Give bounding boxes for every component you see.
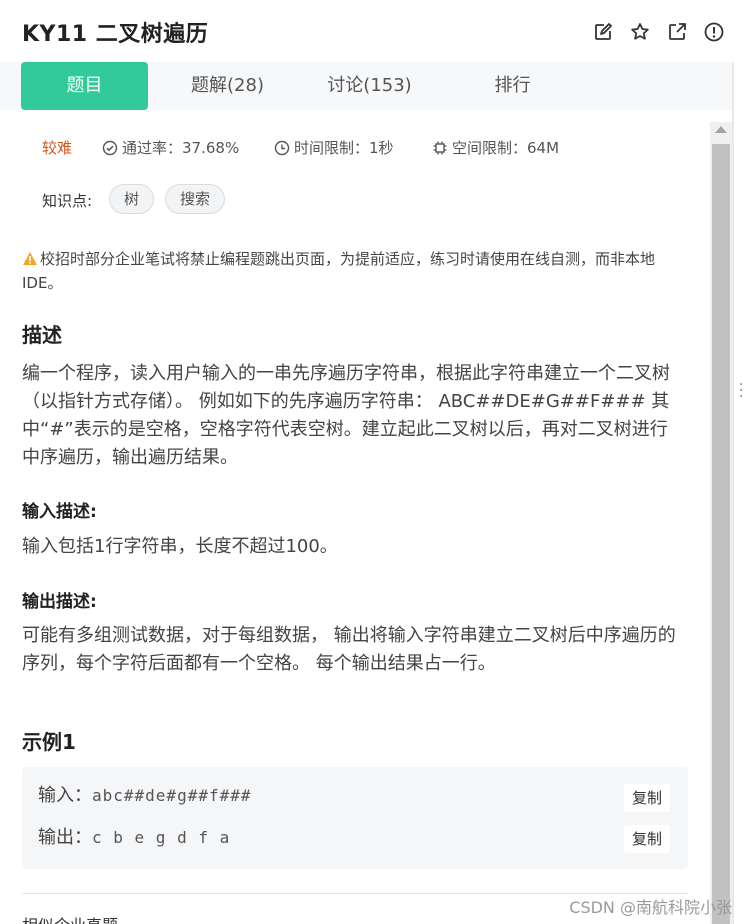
tab-problem[interactable]: 题目 [21, 62, 148, 110]
knowledge-label: 知识点: [42, 192, 93, 210]
pass-rate-text: 通过率：37.68% [122, 139, 240, 157]
tab-ranking[interactable]: 排行 [449, 62, 576, 110]
tag-tree[interactable]: 树 [109, 184, 155, 214]
example-output-value: c b e g d f a [92, 828, 231, 847]
chip-icon [433, 141, 447, 155]
notice-text: 校招时部分企业笔试将禁止编程题跳出页面，为提前适应，练习时请使用在线自测，而非本… [22, 250, 656, 292]
description-text: 编一个程序，读入用户输入的一串先序遍历字符串，根据此字符串建立一个二叉树（以指针… [22, 363, 670, 468]
tab-discussion[interactable]: 讨论(153) [306, 62, 433, 110]
external-link-icon[interactable] [666, 21, 688, 43]
copy-input-button[interactable]: 复制 [624, 784, 670, 812]
warning-icon [23, 252, 37, 265]
input-desc-text: 输入包括1行字符串，长度不超过100。 [22, 536, 338, 557]
scrollbar-thumb[interactable] [712, 144, 730, 924]
example-box: 输入：abc##de#g##f### 复制 输出：c b e g d f a 复… [22, 767, 688, 869]
problem-content: 较难 通过率：37.68% 时间限制：1秒 空间限制：64M 知识点: 树 搜索… [0, 110, 710, 924]
pass-rate: 通过率：37.68% [102, 137, 239, 159]
tag-search[interactable]: 搜索 [165, 184, 226, 214]
description-heading: 描述 [22, 323, 62, 347]
scrollbar[interactable] [710, 122, 732, 924]
space-limit: 空间限制：64M [432, 137, 559, 159]
header: KY11 二叉树遍历 [0, 0, 732, 62]
example-input-value: abc##de#g##f### [92, 786, 252, 805]
space-limit-text: 空间限制：64M [452, 139, 560, 157]
star-icon[interactable] [629, 21, 651, 43]
edit-icon[interactable] [592, 21, 614, 43]
time-limit: 时间限制：1秒 [274, 137, 394, 159]
input-desc-heading: 输入描述: [22, 502, 97, 522]
watermark: CSDN @南航科院小张 [569, 898, 732, 917]
page-title: KY11 二叉树遍历 [22, 22, 209, 47]
side-panel-edge: · · · [732, 62, 750, 924]
copy-output-button[interactable]: 复制 [624, 825, 670, 853]
notice-banner: 校招时部分企业笔试将禁止编程题跳出页面，为提前适应，练习时请使用在线自测，而非本… [22, 247, 682, 295]
output-desc-heading: 输出描述: [22, 592, 97, 612]
example-input-row: 输入：abc##de#g##f### [38, 784, 252, 808]
check-circle-icon [102, 140, 118, 156]
example-heading: 示例1 [22, 730, 76, 754]
time-limit-text: 时间限制：1秒 [294, 139, 394, 157]
info-icon[interactable] [703, 21, 725, 43]
output-desc-text: 可能有多组测试数据，对于每组数据， 输出将输入字符串建立二叉树后中序遍历的序列，… [22, 625, 676, 674]
example-input-label: 输入： [38, 785, 92, 806]
scroll-up-arrow[interactable] [715, 126, 727, 133]
tab-bar: 题目 题解(28) 讨论(153) 排行 [0, 62, 732, 110]
resize-handle[interactable]: · · · [739, 378, 745, 404]
clock-icon [274, 140, 290, 156]
example-output-label: 输出： [38, 827, 92, 848]
tab-solutions[interactable]: 题解(28) [164, 62, 291, 110]
example-output-row: 输出：c b e g d f a [38, 826, 230, 850]
difficulty-badge: 较难 [42, 139, 73, 157]
header-actions [552, 21, 732, 43]
related-questions-heading[interactable]: 相似企业真题 [22, 912, 118, 924]
